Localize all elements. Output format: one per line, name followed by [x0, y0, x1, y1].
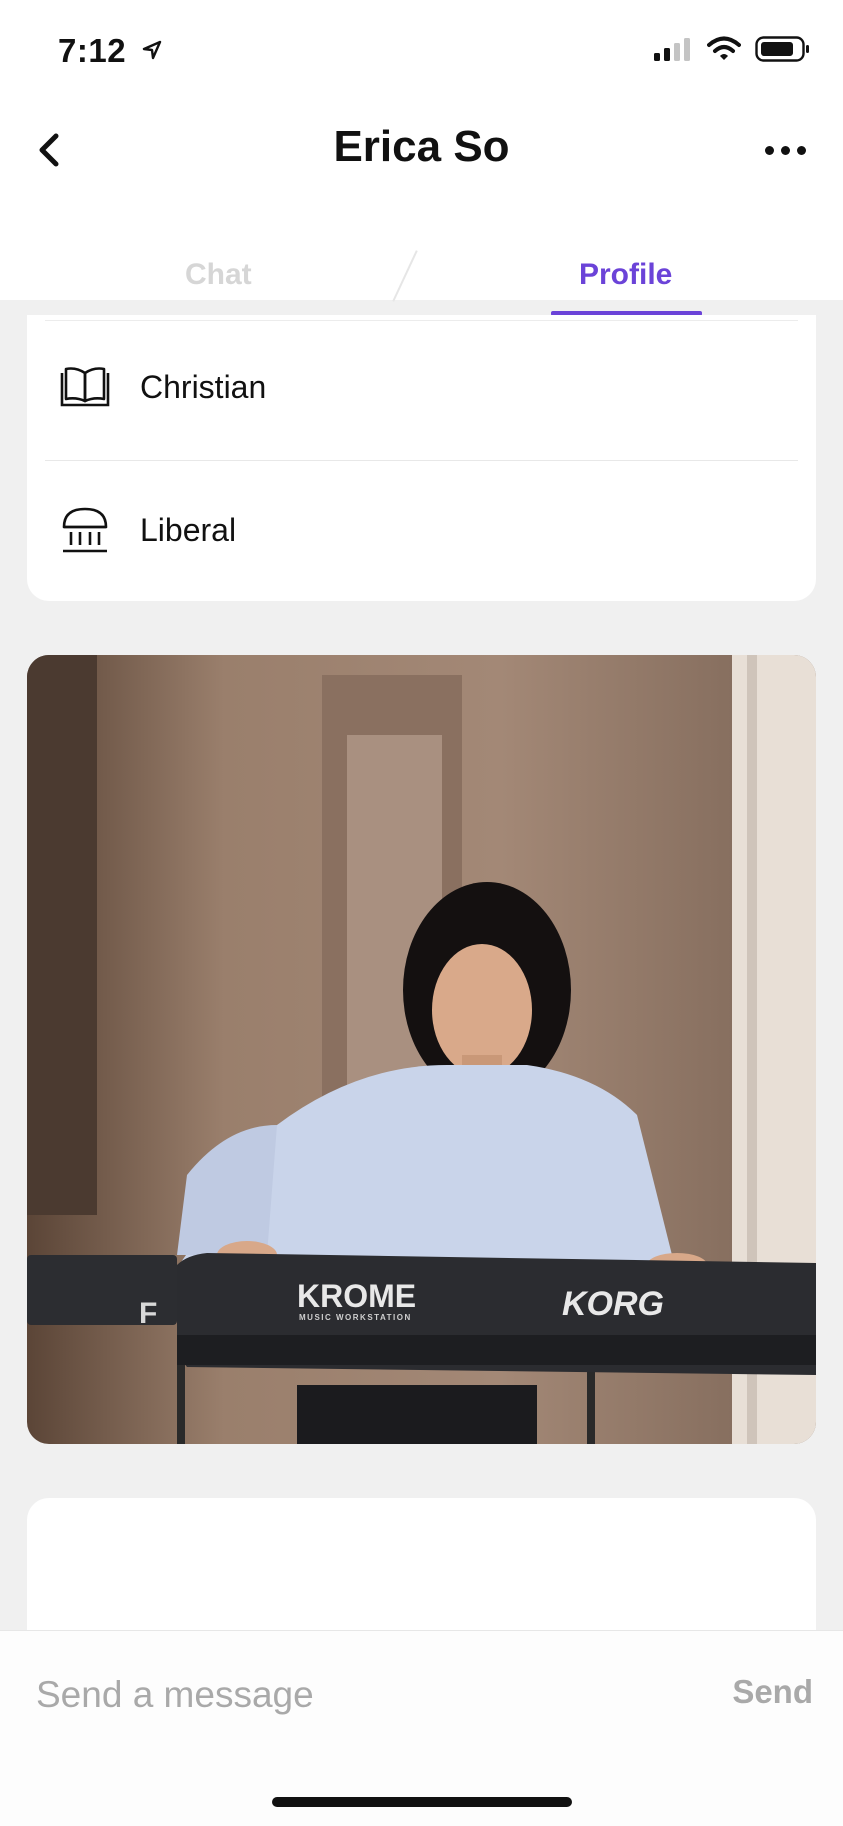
tab-chat[interactable]: Chat	[185, 258, 252, 292]
keyboard-brand-text: KORG	[562, 1285, 664, 1323]
home-indicator	[272, 1797, 572, 1807]
send-button[interactable]: Send	[732, 1673, 813, 1711]
tab-divider	[392, 250, 418, 302]
status-icons	[653, 36, 811, 67]
page-title: Erica So	[333, 122, 510, 171]
message-composer: Send	[0, 1630, 843, 1826]
status-time: 7:12	[58, 30, 162, 70]
signal-icon	[653, 37, 693, 66]
status-time-text: 7:12	[58, 32, 127, 69]
more-dots-icon	[781, 145, 790, 155]
tab-profile[interactable]: Profile	[579, 258, 672, 292]
message-input[interactable]	[36, 1667, 676, 1723]
header: Erica So Chat Profile	[0, 100, 843, 316]
wifi-icon	[707, 36, 741, 67]
detail-label: Liberal	[140, 511, 237, 548]
more-options-button[interactable]	[765, 140, 815, 160]
more-dots-icon	[765, 145, 774, 155]
detail-row-religion: Christian	[27, 315, 816, 460]
keyboard-model-text: KROME	[297, 1278, 416, 1314]
keyboard-subtitle-text: MUSIC WORKSTATION	[299, 1313, 412, 1322]
svg-text:F: F	[139, 1297, 157, 1330]
profile-photo[interactable]: F KROME MUSIC WORKSTATION KORG	[27, 655, 816, 1444]
tab-bar: Chat Profile	[0, 242, 843, 316]
detail-label: Christian	[140, 369, 267, 405]
more-dots-icon	[797, 145, 806, 155]
location-arrow-icon	[142, 30, 162, 68]
status-bar: 7:12	[0, 0, 843, 100]
profile-details-card: Christian Liberal	[27, 315, 816, 601]
detail-row-politics: Liberal	[27, 460, 816, 600]
government-building-icon	[58, 503, 112, 557]
book-icon	[58, 361, 112, 415]
battery-icon	[755, 36, 811, 67]
